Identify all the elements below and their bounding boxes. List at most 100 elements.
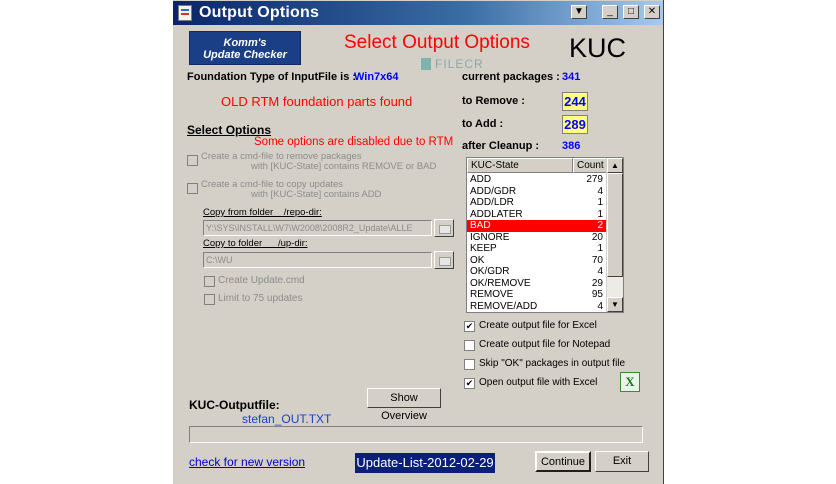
scroll-thumb[interactable] (607, 173, 623, 277)
list-item[interactable]: BAD 2 (467, 220, 607, 232)
copy-to-field[interactable]: C:\WU (203, 252, 432, 268)
remove-cmd-label-2: with [KUC-State] contains REMOVE or BAD (251, 161, 437, 172)
kuc-count-cell: 4 (597, 300, 603, 312)
list-scrollbar[interactable]: ▲ ▼ (606, 158, 623, 312)
show-overview-button[interactable]: Show Overview (367, 388, 441, 422)
to-remove-value: 244 (562, 92, 588, 111)
list-item[interactable]: REMOVE/GDR/LDR (467, 312, 607, 313)
skip-ok-label: Skip "OK" packages in output file (479, 358, 626, 369)
outputfile-value: stefan_OUT.TXT (242, 412, 332, 426)
kuc-count-cell: 4 (597, 266, 603, 277)
notepad-output-checkbox[interactable] (464, 340, 475, 351)
watermark-text: FILECR (435, 57, 484, 71)
to-add-value: 289 (562, 115, 588, 134)
create-update-cmd-label: Create Update.cmd (218, 275, 305, 286)
kuc-state-cell: REMOVE/ADD (470, 300, 538, 312)
create-update-cmd-checkbox[interactable] (204, 276, 215, 287)
kuc-state-list[interactable]: KUC-State Count ADD 279 ADD/GDR 4 ADD/LDR 1 AD… (466, 157, 624, 313)
update-list-badge: Update-List-2012-02-29 (355, 453, 495, 473)
check-version-link[interactable]: check for new version (189, 455, 305, 469)
kuc-state-cell: REMOVE/GDR/LDR (470, 312, 561, 313)
system-menu-button[interactable]: ▼ (571, 5, 587, 19)
current-packages-label: current packages : (462, 71, 560, 83)
list-item[interactable]: OK/REMOVE 29 (467, 278, 607, 290)
column-header-state[interactable]: KUC-State (467, 158, 573, 173)
limit-75-label: Limit to 75 updates (218, 293, 303, 304)
list-item[interactable]: OK/GDR 4 (467, 266, 607, 278)
copy-cmd-label-2: with [KUC-State] contains ADD (251, 189, 382, 200)
list-item[interactable]: ADDLATER 1 (467, 209, 607, 221)
kuc-count-cell: 29 (591, 277, 603, 289)
close-button[interactable]: ✕ (644, 5, 660, 19)
kuc-count-cell: 1 (597, 197, 603, 208)
after-cleanup-value: 386 (562, 140, 581, 152)
kuc-state-cell: BAD (470, 220, 491, 231)
page-heading: Select Output Options (344, 32, 530, 53)
kuc-state-cell: KEEP (470, 243, 497, 254)
app-logo: Komm's Update Checker (189, 31, 301, 65)
open-excel-checkbox[interactable]: ✔ (464, 378, 475, 389)
copy-from-label: Copy from folder /repo-dir: (203, 207, 322, 218)
copy-from-browse-button[interactable] (434, 219, 454, 237)
list-item[interactable]: REMOVE 95 (467, 289, 607, 301)
scroll-down-icon[interactable]: ▼ (607, 297, 623, 312)
kuc-state-cell: OK/REMOVE (470, 277, 531, 289)
foundation-message: OLD RTM foundation parts found (221, 94, 413, 109)
scroll-up-icon[interactable]: ▲ (607, 158, 623, 173)
copy-from-field[interactable]: Y:\SYS\INSTALL\W7\W2008\2008R2_Update\AL… (203, 220, 432, 236)
app-short-name: KUC (569, 33, 627, 63)
list-item[interactable]: OK 70 (467, 255, 607, 267)
current-packages-value: 341 (562, 71, 581, 83)
kuc-state-cell: ADDLATER (470, 208, 523, 220)
excel-output-checkbox[interactable]: ✔ (464, 321, 475, 332)
exit-button[interactable]: Exit (595, 451, 649, 472)
copy-to-browse-button[interactable] (434, 251, 454, 269)
list-item[interactable]: IGNORE 20 (467, 232, 607, 244)
kuc-state-cell: IGNORE (470, 231, 510, 243)
to-add-label: to Add : (462, 118, 504, 130)
skip-ok-checkbox[interactable] (464, 359, 475, 370)
kuc-count-cell: 2 (597, 220, 603, 231)
kuc-count-cell: 20 (591, 231, 603, 243)
kuc-count-cell: 1 (597, 243, 603, 254)
excel-output-label: Create output file for Excel (479, 320, 597, 331)
watermark-icon (421, 58, 431, 70)
kuc-count-cell: 279 (586, 174, 603, 185)
remove-cmd-checkbox[interactable] (187, 155, 198, 166)
outputfile-label: KUC-Outputfile: (189, 398, 280, 412)
foundation-label: Foundation Type of InputFile is : (187, 71, 357, 83)
minimize-button[interactable]: _ (602, 5, 618, 19)
after-cleanup-label: after Cleanup : (462, 140, 540, 152)
maximize-button[interactable]: □ (623, 5, 639, 19)
list-item[interactable]: ADD/LDR 1 (467, 197, 607, 209)
list-item[interactable]: ADD 279 (467, 174, 607, 186)
logo-line-2: Update Checker (203, 49, 287, 61)
column-header-count[interactable]: Count (573, 158, 608, 173)
kuc-count-cell: 95 (591, 289, 603, 300)
list-item[interactable]: REMOVE/ADD 4 (467, 301, 607, 313)
continue-button[interactable]: Continue (535, 451, 591, 472)
list-item[interactable]: KEEP 1 (467, 243, 607, 255)
limit-75-checkbox[interactable] (204, 294, 215, 305)
kuc-count-cell: 4 (597, 185, 603, 197)
watermark: FILECR (421, 57, 484, 71)
rtm-warning: Some options are disabled due to RTM (254, 136, 454, 148)
output-options-window: Output Options ▼ _ □ ✕ Komm's Update Che… (172, 0, 664, 484)
copy-to-label: Copy to folder /up-dir: (203, 238, 308, 249)
kuc-count-cell: 70 (591, 254, 603, 266)
app-icon (178, 5, 192, 21)
to-remove-label: to Remove : (462, 95, 525, 107)
kuc-state-cell: ADD (470, 174, 492, 185)
select-options-title: Select Options (187, 123, 272, 137)
copy-cmd-checkbox[interactable] (187, 183, 198, 194)
kuc-state-cell: OK (470, 254, 485, 266)
excel-icon: X (620, 372, 640, 392)
title-bar[interactable]: Output Options ▼ _ □ ✕ (173, 1, 663, 25)
kuc-state-cell: OK/GDR (470, 266, 510, 277)
kuc-state-cell: ADD/LDR (470, 197, 514, 208)
notepad-output-label: Create output file for Notepad (479, 339, 611, 350)
list-item[interactable]: ADD/GDR 4 (467, 186, 607, 198)
kuc-state-cell: REMOVE (470, 289, 514, 300)
foundation-value: Win7x64 (354, 71, 399, 83)
kuc-count-cell: 1 (597, 208, 603, 220)
